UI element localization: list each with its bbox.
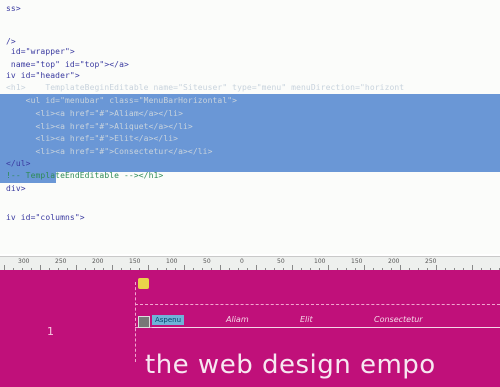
menu-item-aliam[interactable]: Aliam	[226, 315, 249, 324]
code-line[interactable]: </ul>	[6, 158, 31, 169]
ruler-label: 200	[92, 258, 104, 265]
code-line[interactable]: iv id="header">	[6, 70, 80, 81]
code-line[interactable]: <li><a href="#">Consectetur</a></li>	[6, 146, 213, 157]
code-line[interactable]: <ul id="menubar" class="MenuBarHorizonta…	[6, 95, 237, 106]
ruler-label: 100	[166, 258, 178, 265]
code-line[interactable]: <li><a href="#">Aliam</a></li>	[6, 108, 183, 119]
spry-widget-icon[interactable]	[138, 316, 150, 328]
menu-underline	[152, 327, 500, 328]
code-line[interactable]: !-- TemplateEndEditable --></h1>	[6, 170, 163, 181]
ruler-label: 150	[129, 258, 141, 265]
code-line[interactable]: <h1> TemplateBeginEditable name="Siteuse…	[6, 82, 404, 93]
menu-item-elit[interactable]: Elit	[300, 315, 313, 324]
menu-bar[interactable]: Aspenu Aliam Elit Consectetur	[138, 314, 500, 328]
code-line[interactable]: div>	[6, 183, 26, 194]
code-line[interactable]: iv id="columns">	[6, 212, 85, 223]
layout-guide-vertical	[135, 282, 136, 362]
ruler-label: 250	[425, 258, 437, 265]
ruler-label: 100	[314, 258, 326, 265]
ruler-label: 150	[351, 258, 363, 265]
ruler-label: 0	[240, 258, 244, 265]
code-view[interactable]: ss>/> id="wrapper"> name="top" id="top">…	[0, 0, 500, 254]
menu-item-current[interactable]: Aspenu	[152, 315, 185, 325]
code-line[interactable]: name="top" id="top"></a>	[6, 59, 129, 70]
code-line[interactable]: id="wrapper">	[6, 46, 75, 57]
design-view[interactable]: 1 Aspenu Aliam Elit Consectetur the web …	[0, 270, 500, 387]
layout-guide-top	[135, 304, 500, 305]
ruler-label: 50	[203, 258, 211, 265]
row-number: 1	[47, 325, 54, 338]
page-headline: the web design empo	[145, 350, 436, 380]
ruler-label: 200	[388, 258, 400, 265]
code-line[interactable]: <li><a href="#">Aliquet</a></li>	[6, 121, 193, 132]
code-line[interactable]: <li><a href="#">Elit</a></li>	[6, 133, 178, 144]
ruler-label: 300	[18, 258, 30, 265]
menu-item-consectetur[interactable]: Consectetur	[374, 315, 423, 324]
ruler-label: 50	[277, 258, 285, 265]
ruler-label: 250	[55, 258, 67, 265]
code-line[interactable]: ss>	[6, 3, 21, 14]
anchor-marker-icon[interactable]	[138, 278, 149, 289]
